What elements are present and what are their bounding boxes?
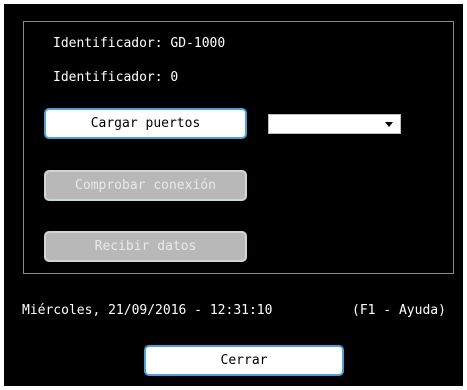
load-ports-button[interactable]: Cargar puertos xyxy=(44,108,247,139)
device-identifier-label: Identificador: GD-1000 xyxy=(53,36,226,51)
identifier-value-label: Identificador: 0 xyxy=(53,70,179,85)
close-button[interactable]: Cerrar xyxy=(144,345,344,376)
receive-data-button[interactable]: Recibir datos xyxy=(44,231,247,262)
port-select[interactable] xyxy=(268,114,401,134)
check-connection-button[interactable]: Comprobar conexión xyxy=(44,170,247,201)
chevron-down-icon xyxy=(385,122,393,127)
datetime-status: Miércoles, 21/09/2016 - 12:31:10 xyxy=(22,303,273,318)
main-window: Identificador: GD-1000 Identificador: 0 … xyxy=(4,4,463,386)
help-hint: (F1 - Ayuda) xyxy=(352,303,446,318)
device-panel: Identificador: GD-1000 Identificador: 0 … xyxy=(23,21,454,274)
